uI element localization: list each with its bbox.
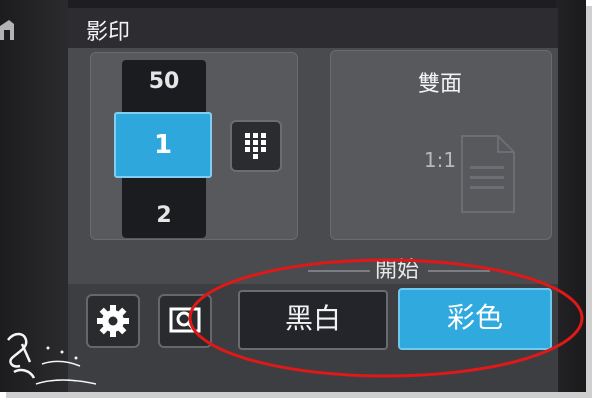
preview-button[interactable] xyxy=(158,294,212,348)
color-start-button[interactable]: 彩色 xyxy=(398,288,552,350)
copies-lower-value[interactable]: 2 xyxy=(122,196,206,236)
preview-icon xyxy=(169,307,201,333)
page-title: 影印 xyxy=(86,20,131,45)
black-white-start-button[interactable]: 黑白 xyxy=(238,290,388,350)
copies-selected-value[interactable]: 1 xyxy=(114,112,212,178)
copies-upper-value[interactable]: 50 xyxy=(122,62,206,102)
start-label: 開始 xyxy=(374,258,419,283)
bezel-right xyxy=(556,0,586,392)
blog-watermark-logo xyxy=(7,332,97,385)
duplex-title: 雙面 xyxy=(417,72,462,97)
keypad-button[interactable] xyxy=(230,120,282,172)
title-bar: 影印 xyxy=(68,8,558,48)
home-icon[interactable] xyxy=(0,18,14,40)
duplex-ratio: 1:1 xyxy=(423,148,457,172)
touch-screen: 影印 50 1 2 雙面 1:1 開始 黑白 彩色 xyxy=(68,8,558,392)
keypad-icon xyxy=(245,133,266,159)
